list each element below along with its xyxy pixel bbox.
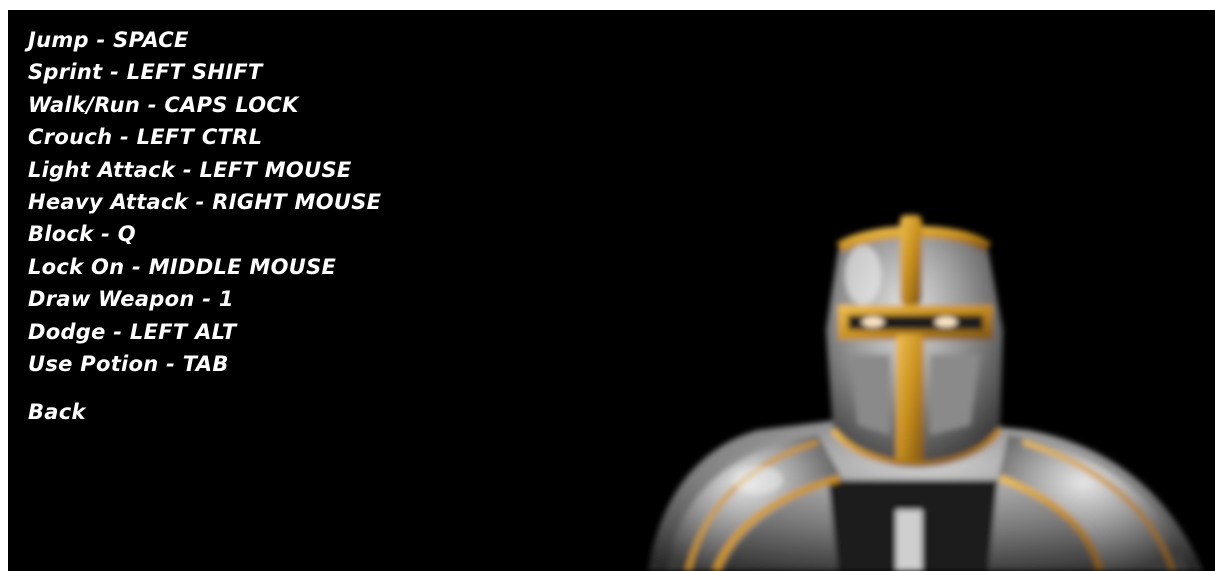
control-separator: - [188, 190, 213, 215]
control-key-label: Q [117, 222, 136, 247]
knight-helmet-illustration [648, 215, 1203, 571]
control-binding-item[interactable]: Sprint - LEFT SHIFT [28, 56, 381, 88]
controls-screen: Jump - SPACE Sprint - LEFT SHIFT Walk/Run … [8, 10, 1215, 571]
control-key-label: 1 [218, 287, 234, 312]
control-binding-item[interactable]: Light Attack - LEFT MOUSE [28, 154, 381, 186]
control-action-label: Sprint [28, 60, 103, 85]
control-action-label: Dodge [28, 319, 106, 344]
control-separator: - [124, 254, 149, 279]
control-action-label: Lock On [28, 254, 125, 279]
control-separator: - [102, 60, 127, 85]
control-key-label: LEFT ALT [129, 319, 237, 344]
control-separator: - [93, 222, 118, 247]
control-separator: - [194, 287, 219, 312]
control-action-label: Draw Weapon [28, 287, 195, 312]
control-key-label: LEFT MOUSE [199, 157, 352, 182]
control-action-label: Crouch [28, 125, 113, 150]
control-action-label: Heavy Attack [28, 190, 189, 215]
control-binding-item[interactable]: Crouch - LEFT CTRL [28, 121, 381, 153]
controls-list: Jump - SPACE Sprint - LEFT SHIFT Walk/Run … [28, 24, 381, 380]
control-action-label: Jump [28, 28, 89, 52]
control-key-label: SPACE [113, 28, 189, 52]
control-binding-item[interactable]: Block - Q [28, 218, 381, 250]
control-action-label: Block [28, 222, 94, 247]
control-binding-item[interactable]: Walk/Run - CAPS LOCK [28, 89, 381, 121]
control-action-label: Use Potion [28, 352, 159, 377]
control-separator: - [175, 157, 200, 182]
back-button[interactable]: Back [28, 400, 86, 424]
control-binding-item[interactable]: Dodge - LEFT ALT [28, 316, 381, 348]
control-key-label: LEFT CTRL [136, 125, 263, 150]
control-key-label: MIDDLE MOUSE [148, 254, 337, 279]
control-separator: - [88, 28, 114, 52]
control-key-label: CAPS LOCK [164, 92, 299, 117]
control-separator: - [140, 92, 165, 117]
control-binding-item[interactable]: Use Potion - TAB [28, 348, 381, 380]
control-action-label: Light Attack [28, 157, 176, 182]
control-binding-item[interactable]: Heavy Attack - RIGHT MOUSE [28, 186, 381, 218]
control-key-label: LEFT SHIFT [126, 60, 263, 85]
control-separator: - [105, 319, 130, 344]
control-binding-item[interactable]: Draw Weapon - 1 [28, 283, 381, 315]
control-key-label: RIGHT MOUSE [212, 190, 382, 215]
control-action-label: Walk/Run [28, 92, 141, 117]
control-key-label: TAB [182, 352, 229, 377]
control-separator: - [158, 352, 183, 377]
control-separator: - [112, 125, 137, 150]
control-binding-item[interactable]: Lock On - MIDDLE MOUSE [28, 251, 381, 283]
control-binding-item[interactable]: Jump - SPACE [28, 24, 381, 56]
